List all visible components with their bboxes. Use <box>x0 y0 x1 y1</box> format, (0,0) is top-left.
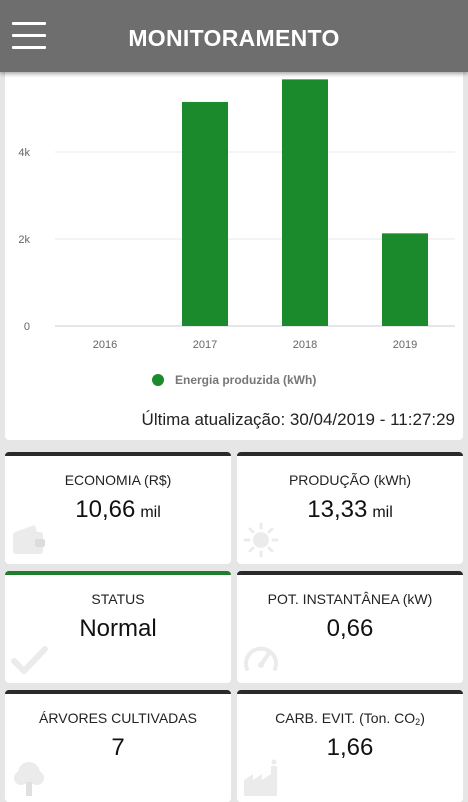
card-arvores: ÁRVORES CULTIVADAS 7 <box>5 690 231 802</box>
card-status: STATUS Normal <box>5 571 231 683</box>
card-potencia: POT. INSTANTÂNEA (kW) 0,66 <box>237 571 463 683</box>
card-carbono: CARB. EVIT. (Ton. CO2) 1,66 <box>237 690 463 802</box>
energy-chart: 0 2k 4k 2016 2017 2018 2019 Energia produzida (… <box>18 79 455 387</box>
x-tick-label: 2016 <box>93 339 117 351</box>
page-title: MONITORAMENTO <box>128 25 340 51</box>
factory-icon <box>244 759 277 796</box>
card-producao: PRODUÇÃO (kWh) 13,33 mil <box>237 452 463 564</box>
bar <box>382 233 428 326</box>
wallet-icon <box>13 525 45 554</box>
checkmark-icon <box>11 646 48 674</box>
sun-icon <box>243 522 279 558</box>
y-tick-label: 2k <box>18 234 30 246</box>
gauge-icon <box>244 646 278 671</box>
tree-icon <box>14 762 44 796</box>
x-tick-label: 2019 <box>393 339 417 351</box>
app-bar: MONITORAMENTO <box>0 0 468 72</box>
legend-label: Energia produzida (kWh) <box>175 373 316 387</box>
chart-card: 0 2k 4k 2016 2017 2018 2019 Energia produzida (… <box>5 72 463 440</box>
card-label: PRODUÇÃO (kWh) <box>288 472 412 488</box>
card-label: ECONOMIA (R$) <box>64 472 172 488</box>
x-tick-label: 2018 <box>293 339 317 351</box>
last-update-text: Última atualização: 30/04/2019 - 11:27:2… <box>141 410 455 429</box>
card-label: POT. INSTANTÂNEA (kW) <box>267 591 433 607</box>
x-tick-label: 2017 <box>193 339 217 351</box>
legend-marker <box>152 374 164 386</box>
bar <box>182 101 228 326</box>
card-economia: ECONOMIA (R$) 10,66 mil <box>5 452 231 564</box>
card-label: ÁRVORES CULTIVADAS <box>39 710 197 726</box>
bar <box>282 79 328 326</box>
y-tick-label: 0 <box>24 321 30 333</box>
y-tick-label: 4k <box>18 147 30 159</box>
card-label: STATUS <box>91 591 145 607</box>
card-label: CARB. EVIT. (Ton. CO2) <box>275 710 425 727</box>
